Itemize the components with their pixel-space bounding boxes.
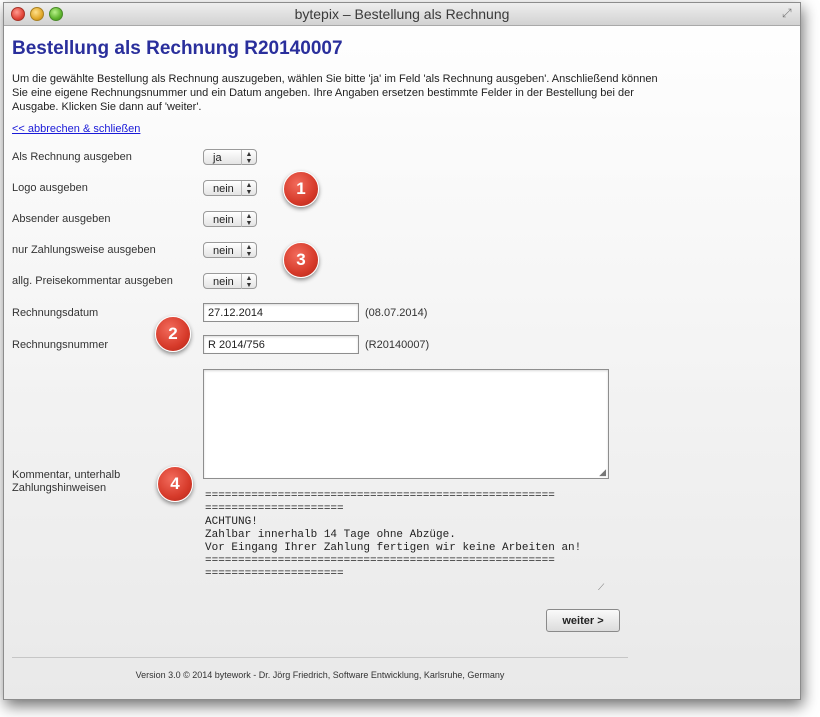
invoice-number-label: Rechnungsnummer — [12, 339, 108, 351]
logo-label: Logo ausgeben — [12, 182, 88, 194]
footer-divider — [12, 657, 628, 658]
logo-select[interactable]: nein ▲ ▼ — [203, 180, 257, 196]
resize-grip-icon[interactable]: ◢ — [599, 468, 606, 477]
main-content: Bestellung als Rechnung R20140007 Um die… — [4, 26, 800, 699]
comment-label-line2: Zahlungshinweisen — [12, 482, 107, 494]
annotation-badge-1: 1 — [283, 171, 319, 207]
page-title: Bestellung als Rechnung R20140007 — [12, 38, 343, 59]
invoice-date-input[interactable] — [203, 303, 359, 322]
price-comment-label: allg. Preisekommentar ausgeben — [12, 275, 173, 287]
annotation-badge-4: 4 — [157, 466, 193, 502]
intro-text: Um die gewählte Bestellung als Rechnung … — [12, 73, 658, 113]
sender-select[interactable]: nein ▲ ▼ — [203, 211, 257, 227]
select-arrows-icon: ▲ ▼ — [241, 212, 256, 227]
comment-label: Kommentar, unterhalb Zahlungshinweisen — [12, 469, 120, 495]
select-arrows-icon: ▲ ▼ — [241, 181, 256, 196]
original-number-hint: (R20140007) — [365, 339, 430, 351]
default-comment-text: ========================================… — [205, 490, 582, 580]
as-invoice-value: ja — [213, 152, 222, 164]
payment-only-select[interactable]: nein ▲ ▼ — [203, 242, 257, 258]
payment-only-label: nur Zahlungsweise ausgeben — [12, 244, 156, 256]
annotation-badge-3: 3 — [283, 242, 319, 278]
sender-label: Absender ausgeben — [12, 213, 111, 225]
resize-grip-icon[interactable]: ⟋ — [598, 582, 604, 593]
annotation-badge-2: 2 — [155, 316, 191, 352]
as-invoice-select[interactable]: ja ▲ ▼ — [203, 149, 257, 165]
logo-value: nein — [213, 183, 234, 195]
cancel-close-link[interactable]: << abbrechen & schließen — [12, 123, 140, 135]
comment-label-line1: Kommentar, unterhalb — [12, 469, 121, 481]
select-arrows-icon: ▲ ▼ — [241, 274, 256, 289]
continue-button[interactable]: weiter > — [546, 609, 620, 632]
title-bar: bytepix – Bestellung als Rechnung ⤢ — [4, 3, 800, 26]
original-date-hint: (08.07.2014) — [365, 307, 428, 319]
payment-only-value: nein — [213, 245, 234, 257]
select-arrows-icon: ▲ ▼ — [241, 150, 256, 165]
app-window: bytepix – Bestellung als Rechnung ⤢ Best… — [3, 2, 801, 700]
fullscreen-arrows-icon[interactable]: ⤢ — [782, 7, 794, 19]
invoice-number-input[interactable] — [203, 335, 359, 354]
price-comment-value: nein — [213, 276, 234, 288]
price-comment-select[interactable]: nein ▲ ▼ — [203, 273, 257, 289]
window-title: bytepix – Bestellung als Rechnung — [294, 6, 510, 22]
invoice-date-label: Rechnungsdatum — [12, 307, 99, 319]
comment-textarea[interactable]: ◢ — [203, 369, 609, 479]
as-invoice-label: Als Rechnung ausgeben — [12, 151, 132, 163]
sender-value: nein — [213, 214, 234, 226]
select-arrows-icon: ▲ ▼ — [241, 243, 256, 258]
footer-text: Version 3.0 © 2014 bytework - Dr. Jörg F… — [135, 670, 505, 680]
